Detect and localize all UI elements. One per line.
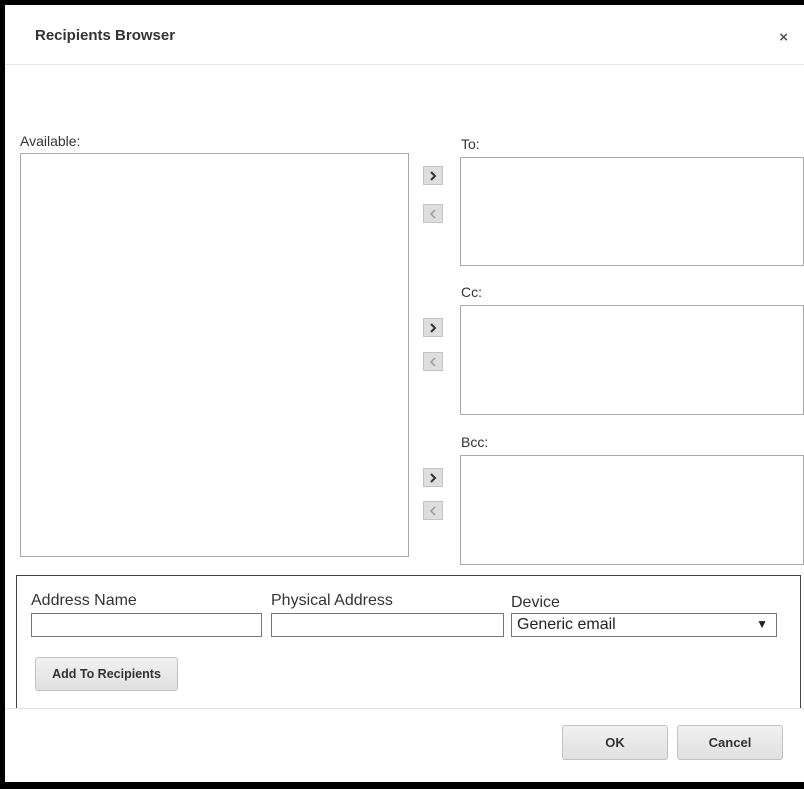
cc-label: Cc: [461, 284, 482, 300]
available-listbox[interactable] [20, 153, 409, 557]
remove-to-button[interactable] [423, 204, 443, 223]
add-to-button[interactable] [423, 166, 443, 185]
device-select[interactable]: Generic email ▼ [511, 613, 777, 637]
remove-left-arrow-icon [429, 356, 436, 367]
remove-left-arrow-icon [429, 208, 436, 219]
add-to-recipients-button[interactable]: Add To Recipients [35, 657, 178, 691]
add-cc-button[interactable] [423, 318, 443, 337]
recipients-browser-dialog: Recipients Browser × Available: To: Cc: … [5, 5, 804, 782]
footer-divider [5, 708, 804, 709]
cc-listbox[interactable] [460, 305, 804, 415]
device-selected-value: Generic email [517, 616, 616, 633]
to-listbox[interactable] [460, 157, 804, 266]
add-bcc-button[interactable] [423, 468, 443, 487]
remove-cc-button[interactable] [423, 352, 443, 371]
remove-left-arrow-icon [429, 505, 436, 516]
bcc-label: Bcc: [461, 434, 489, 450]
add-right-arrow-icon [430, 472, 437, 483]
address-name-label: Address Name [31, 592, 137, 609]
to-label: To: [461, 136, 480, 152]
address-name-input[interactable] [31, 613, 262, 637]
close-icon[interactable]: × [779, 29, 788, 46]
remove-bcc-button[interactable] [423, 501, 443, 520]
physical-address-label: Physical Address [271, 592, 393, 609]
cancel-button[interactable]: Cancel [677, 725, 783, 760]
available-label: Available: [20, 133, 81, 149]
address-form-panel: Address Name Physical Address Device Gen… [16, 575, 801, 708]
dialog-title: Recipients Browser [35, 27, 176, 44]
dropdown-caret-icon: ▼ [756, 617, 768, 631]
device-label: Device [511, 594, 560, 611]
add-right-arrow-icon [430, 170, 437, 181]
ok-button[interactable]: OK [562, 725, 668, 760]
physical-address-input[interactable] [271, 613, 504, 637]
add-right-arrow-icon [430, 322, 437, 333]
bcc-listbox[interactable] [460, 455, 804, 565]
dialog-header: Recipients Browser × [5, 5, 804, 65]
